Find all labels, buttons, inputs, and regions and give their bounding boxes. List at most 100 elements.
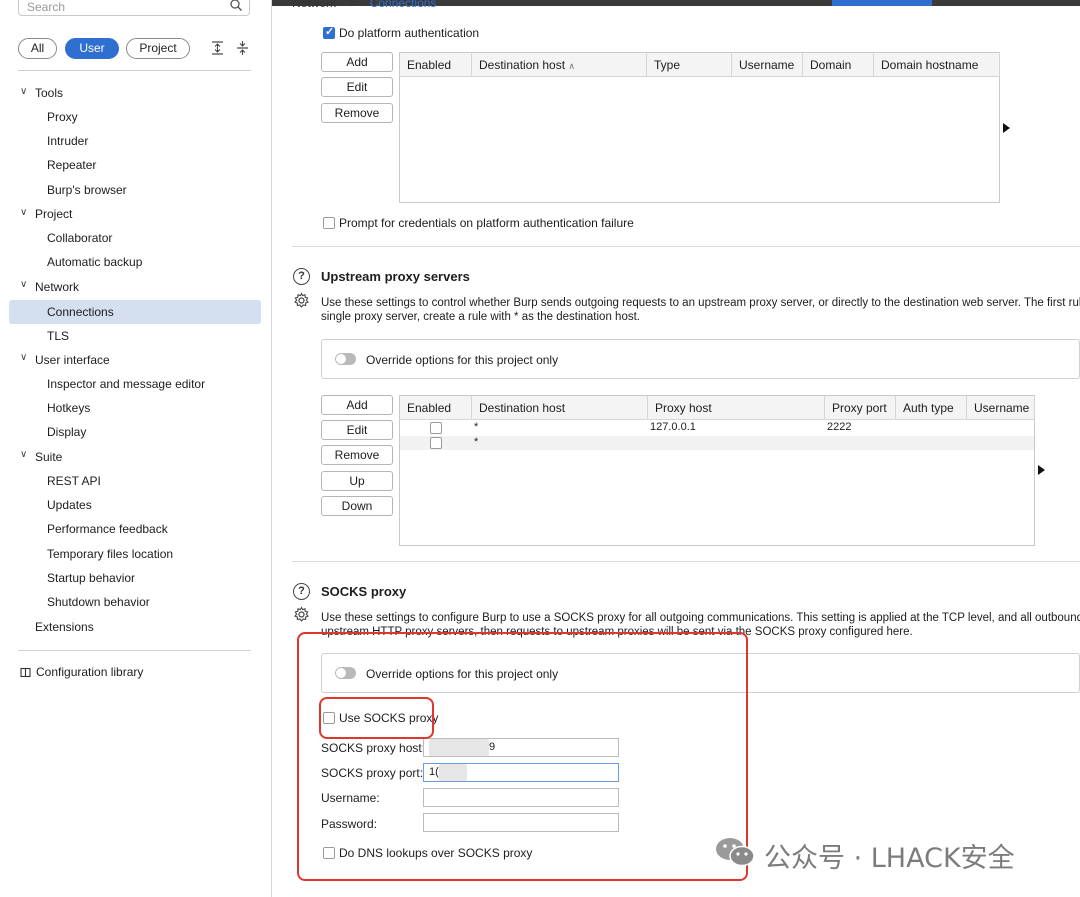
annotation-highlight-box (319, 697, 434, 739)
tree-item-tls[interactable]: TLS (47, 325, 69, 347)
tree-item-updates[interactable]: Updates (47, 494, 92, 516)
filter-user-button[interactable]: User (65, 38, 119, 59)
platform-auth-table[interactable]: Enabled Destination host ∧ Type Username… (399, 52, 1000, 203)
column-header[interactable]: Proxy host (648, 396, 825, 420)
gear-icon[interactable] (293, 292, 310, 312)
watermark-text: 公众号 · LHACK安全 (764, 843, 1015, 874)
socks-section-title: SOCKS proxy (321, 584, 407, 599)
table-scroll-right-icon[interactable] (1003, 123, 1010, 133)
tree-item-intruder[interactable]: Intruder (47, 130, 88, 152)
upstream-edit-button[interactable]: Edit (321, 420, 393, 440)
settings-sidebar: Search All User Project ∨ Tools Proxy In… (0, 0, 272, 897)
column-header[interactable]: Username (732, 53, 803, 77)
platform-auth-edit-button[interactable]: Edit (321, 77, 393, 97)
upstream-up-button[interactable]: Up (321, 471, 393, 491)
column-header[interactable]: Destination host (472, 396, 648, 420)
search-icon[interactable] (229, 0, 243, 15)
book-icon (20, 667, 31, 681)
row-destination-host: * (474, 436, 479, 448)
tree-item-repeater[interactable]: Repeater (47, 154, 96, 176)
help-icon[interactable]: ? (293, 583, 310, 600)
table-scroll-right-icon[interactable] (1038, 465, 1045, 475)
filter-project-button[interactable]: Project (126, 38, 190, 59)
tree-item-rest-api[interactable]: REST API (47, 470, 101, 492)
tree-item-automatic-backup[interactable]: Automatic backup (47, 251, 142, 273)
breadcrumb-parent[interactable]: Network (292, 0, 336, 10)
chevron-down-icon[interactable]: ∨ (20, 207, 30, 218)
tree-item-tools[interactable]: Tools (35, 82, 63, 104)
tree-item-connections[interactable]: Connections (47, 301, 114, 323)
chevron-down-icon[interactable]: ∨ (20, 449, 30, 460)
tree-item-user-interface[interactable]: User interface (35, 349, 110, 371)
upstream-proxy-table[interactable]: Enabled Destination host Proxy host Prox… (399, 395, 1035, 546)
section-divider (292, 561, 1080, 562)
column-header[interactable]: Username (967, 396, 1035, 420)
tree-item-extensions[interactable]: Extensions (35, 616, 94, 638)
filter-all-button[interactable]: All (18, 38, 57, 59)
upstream-override-toggle[interactable] (335, 353, 356, 365)
configuration-library-link[interactable]: Configuration library (36, 665, 143, 679)
column-header[interactable]: Domain hostname (874, 53, 1000, 77)
upstream-add-button[interactable]: Add (321, 395, 393, 415)
prompt-credentials-label: Prompt for credentials on platform authe… (339, 216, 634, 230)
gear-icon[interactable] (293, 606, 310, 626)
platform-auth-add-button[interactable]: Add (321, 52, 393, 72)
row-proxy-port: 2222 (827, 421, 852, 433)
row-destination-host: * (474, 421, 479, 433)
search-input[interactable]: Search (18, 0, 250, 16)
table-row[interactable]: * 127.0.0.1 2222 (400, 421, 1034, 435)
upstream-remove-button[interactable]: Remove (321, 445, 393, 465)
tree-item-temp-files[interactable]: Temporary files location (47, 543, 173, 565)
platform-auth-remove-button[interactable]: Remove (321, 103, 393, 123)
tree-item-collaborator[interactable]: Collaborator (47, 227, 112, 249)
prompt-credentials-checkbox[interactable] (323, 217, 335, 229)
do-platform-auth-label: Do platform authentication (339, 26, 480, 40)
tree-item-suite[interactable]: Suite (35, 446, 62, 468)
header-accent (832, 0, 932, 6)
breadcrumb-current: Connections (369, 0, 437, 10)
settings-panel: Network > Connections Do platform authen… (272, 0, 1080, 897)
do-platform-auth-checkbox[interactable] (323, 25, 335, 39)
annotation-highlight-box (297, 632, 748, 881)
chevron-down-icon[interactable]: ∨ (20, 279, 30, 290)
row-enabled-checkbox[interactable] (430, 437, 442, 449)
column-header[interactable]: Proxy port (825, 396, 896, 420)
table-row[interactable]: * (400, 436, 1034, 450)
column-header[interactable]: Enabled (400, 53, 472, 77)
tree-item-inspector[interactable]: Inspector and message editor (47, 373, 205, 395)
upstream-override-box: Override options for this project only (321, 339, 1080, 379)
column-header[interactable]: Enabled (400, 396, 472, 420)
expand-all-icon[interactable] (211, 40, 224, 59)
help-icon[interactable]: ? (293, 268, 310, 285)
column-header[interactable]: Auth type (896, 396, 967, 420)
collapse-all-icon[interactable] (236, 40, 249, 59)
upstream-description-line2: single proxy server, create a rule with … (321, 311, 640, 323)
sidebar-divider (18, 70, 251, 71)
tree-item-display[interactable]: Display (47, 421, 86, 443)
tree-item-hotkeys[interactable]: Hotkeys (47, 397, 90, 419)
wechat-icon (714, 836, 756, 875)
chevron-down-icon[interactable]: ∨ (20, 86, 30, 97)
column-header[interactable]: Destination host ∧ (472, 53, 647, 77)
column-header[interactable]: Type (647, 53, 732, 77)
tree-item-shutdown-behavior[interactable]: Shutdown behavior (47, 591, 150, 613)
table-header: Enabled Destination host ∧ Type Username… (400, 53, 1000, 77)
row-enabled-checkbox[interactable] (430, 422, 442, 434)
upstream-description-line1: Use these settings to control whether Bu… (321, 297, 1080, 309)
upstream-down-button[interactable]: Down (321, 496, 393, 516)
watermark: 公众号 · LHACK安全 (714, 836, 1015, 874)
tree-item-network[interactable]: Network (35, 276, 79, 298)
tree-item-startup-behavior[interactable]: Startup behavior (47, 567, 135, 589)
upstream-section-title: Upstream proxy servers (321, 269, 470, 284)
column-header[interactable]: Domain (803, 53, 874, 77)
row-proxy-host: 127.0.0.1 (650, 421, 696, 433)
tree-item-burps-browser[interactable]: Burp's browser (47, 179, 127, 201)
breadcrumb-separator: > (349, 0, 357, 10)
sort-ascending-icon: ∧ (568, 61, 575, 71)
tree-item-performance-feedback[interactable]: Performance feedback (47, 518, 168, 540)
tree-item-proxy[interactable]: Proxy (47, 106, 78, 128)
tree-item-project[interactable]: Project (35, 203, 72, 225)
chevron-down-icon[interactable]: ∨ (20, 352, 30, 363)
sidebar-divider (18, 650, 251, 651)
socks-description-line1: Use these settings to configure Burp to … (321, 612, 1080, 624)
